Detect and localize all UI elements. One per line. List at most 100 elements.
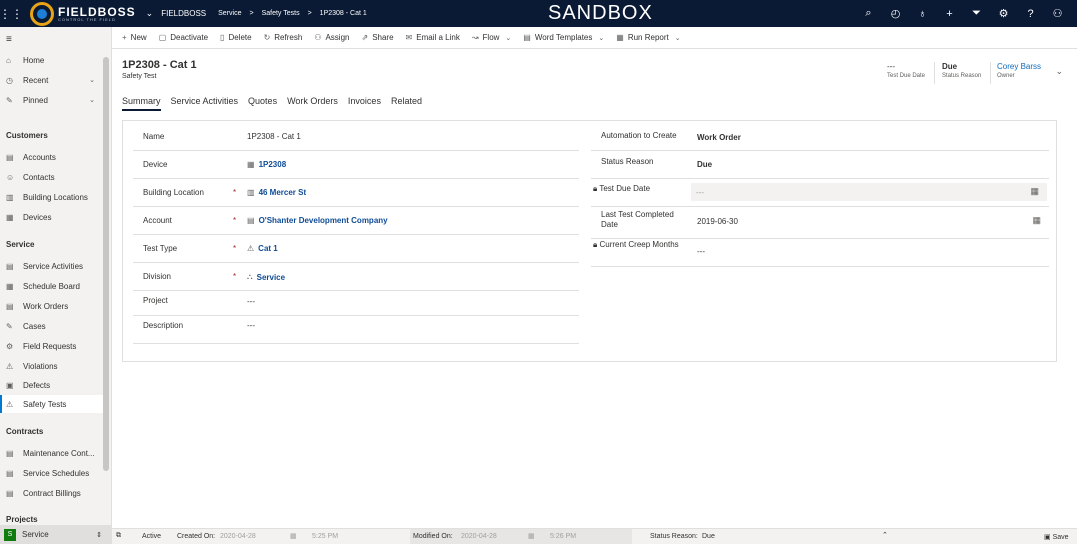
tab-summary[interactable]: Summary	[122, 96, 161, 111]
app-launcher-icon[interactable]: ⋮⋮	[0, 0, 23, 27]
expand-header-icon[interactable]: ⌄	[1055, 66, 1063, 77]
sidebar-scrollbar[interactable]	[103, 57, 109, 471]
sidebar-item-safety-tests[interactable]: ⚠ Safety Tests	[0, 395, 103, 413]
sidebar-item-accounts[interactable]: ▤ Accounts	[0, 148, 103, 166]
building-location-lookup[interactable]: ▥ 46 Mercer St	[247, 188, 306, 197]
lightbulb-icon[interactable]: ♁	[909, 8, 936, 20]
billing-icon: ▤	[6, 488, 14, 498]
field-request-icon: ⚙	[6, 341, 14, 351]
save-button[interactable]: ▣ Save	[1044, 533, 1069, 541]
sidebar-item-work-orders[interactable]: ▤ Work Orders	[0, 297, 103, 315]
sidebar-item-service-schedules[interactable]: ▤ Service Schedules	[0, 464, 103, 482]
sidebar-item-recent[interactable]: ◷ Recent ⌄	[0, 71, 103, 89]
sidebar-item-field-requests[interactable]: ⚙ Field Requests	[0, 337, 103, 355]
search-icon[interactable]: ⌕	[855, 7, 882, 20]
form-tabs: Summary Service Activities Quotes Work O…	[122, 96, 422, 111]
tab-work-orders[interactable]: Work Orders	[287, 96, 338, 111]
tab-invoices[interactable]: Invoices	[348, 96, 381, 111]
task-icon[interactable]: ◴	[882, 7, 909, 20]
chevron-down-icon: ⌄	[505, 34, 512, 42]
project-lookup[interactable]: ---	[247, 297, 255, 306]
word-icon: ▤	[523, 33, 531, 42]
new-button[interactable]: + New	[116, 27, 153, 49]
sidebar-item-building-locations[interactable]: ▥ Building Locations	[0, 188, 103, 206]
device-lookup[interactable]: ▦ 1P2308	[247, 160, 286, 169]
gear-icon[interactable]: ⚙	[990, 7, 1017, 20]
last-test-date-input[interactable]: 2019-06-30	[697, 217, 738, 226]
sidebar-item-devices[interactable]: ▦ Devices	[0, 208, 103, 226]
modified-on-date: 2020-04-28	[461, 533, 497, 540]
tab-service-activities[interactable]: Service Activities	[171, 96, 239, 111]
schedule-icon: ▤	[6, 468, 14, 478]
sidebar-item-service-activities[interactable]: ▤ Service Activities	[0, 257, 103, 275]
filter-icon[interactable]: ⏷	[963, 7, 990, 20]
chevron-down-icon: ⌄	[674, 34, 681, 42]
calendar-icon: ▦	[290, 533, 297, 540]
field-automation-to-create: Automation to Create Work Order	[591, 123, 1049, 151]
chevron-down-icon[interactable]: ⌄	[146, 8, 154, 19]
popout-icon[interactable]: ⧉	[116, 532, 121, 540]
automation-select[interactable]: Work Order	[697, 133, 741, 142]
contract-icon: ▤	[6, 448, 14, 458]
word-templates-button[interactable]: ▤ Word Templates ⌄	[517, 27, 610, 49]
name-input[interactable]: 1P2308 - Cat 1	[247, 132, 301, 141]
trash-icon: ▯	[220, 33, 225, 42]
delete-button[interactable]: ▯ Delete	[214, 27, 258, 49]
status-reason-select[interactable]: Due	[697, 160, 712, 169]
building-icon: ▥	[247, 188, 255, 197]
home-icon: ⌂	[6, 55, 11, 65]
user-icon[interactable]: ⚇	[1044, 7, 1071, 20]
description-input[interactable]: ---	[247, 321, 255, 330]
help-icon[interactable]: ?	[1017, 8, 1044, 20]
field-account: Account * ▤ O'Shanter Development Company	[133, 207, 579, 235]
sidebar-item-violations[interactable]: ⚠ Violations	[0, 357, 103, 375]
breadcrumb-entity[interactable]: Safety Tests	[262, 10, 300, 17]
owner-link[interactable]: Corey Barss	[997, 62, 1041, 71]
account-lookup[interactable]: ▤ O'Shanter Development Company	[247, 216, 388, 225]
division-lookup[interactable]: ⛬ Service	[247, 272, 285, 282]
email-link-button[interactable]: ✉ Email a Link	[400, 27, 466, 49]
breadcrumb-area[interactable]: Service	[218, 10, 241, 17]
violation-icon: ⚠	[6, 361, 14, 371]
field-status-reason: Status Reason Due	[591, 151, 1049, 179]
nav-group-customers: Customers	[6, 131, 48, 140]
area-switcher[interactable]: S Service ⇕	[0, 525, 112, 544]
status-reason-value: Due	[702, 533, 715, 540]
run-report-button[interactable]: ▦ Run Report ⌄	[610, 27, 686, 49]
device-icon: ▦	[247, 160, 255, 169]
share-icon: ⇗	[361, 33, 369, 42]
flow-button[interactable]: ↝ Flow ⌄	[466, 27, 517, 49]
sidebar-item-contacts[interactable]: ☺ Contacts	[0, 168, 103, 186]
required-marker: *	[233, 272, 237, 281]
plus-icon[interactable]: +	[936, 8, 963, 20]
share-button[interactable]: ⇗ Share	[355, 27, 399, 49]
calendar-icon[interactable]: ▦	[1032, 215, 1041, 226]
account-icon: ▤	[247, 216, 255, 225]
case-icon: ✎	[6, 321, 13, 331]
sidebar-item-schedule-board[interactable]: ▦ Schedule Board	[0, 277, 103, 295]
refresh-button[interactable]: ↻ Refresh	[258, 27, 309, 49]
test-type-lookup[interactable]: ⚠ Cat 1	[247, 244, 278, 253]
page-title: 1P2308 - Cat 1	[122, 59, 197, 71]
chevron-up-icon[interactable]: ⌃	[882, 531, 888, 539]
sidebar-item-cases[interactable]: ✎ Cases	[0, 317, 103, 335]
field-test-type: Test Type * ⚠ Cat 1	[133, 235, 579, 263]
field-project: Project ---	[133, 291, 579, 316]
required-marker: *	[233, 188, 237, 197]
sidebar-item-home[interactable]: ⌂ Home	[0, 51, 103, 69]
hamburger-menu-icon[interactable]: ≡	[6, 34, 12, 45]
tab-related[interactable]: Related	[391, 96, 422, 111]
field-test-due-date: 🔒︎ Test Due Date --- ▦	[591, 179, 1049, 207]
deactivate-button[interactable]: ▢ Deactivate	[153, 27, 214, 49]
tab-quotes[interactable]: Quotes	[248, 96, 277, 111]
assign-button[interactable]: ⚇ Assign	[308, 27, 355, 49]
command-bar: + New ▢ Deactivate ▯ Delete ↻ Refresh ⚇ Assig…	[112, 27, 1077, 49]
app-name[interactable]: FIELDBOSS	[161, 9, 206, 18]
sitemap-navigation: ≡ ⌂ Home ◷ Recent ⌄ ✎ Pinned ⌄ Customers…	[0, 27, 112, 544]
deactivate-icon: ▢	[158, 33, 167, 42]
sidebar-item-defects[interactable]: ▣ Defects	[0, 376, 103, 394]
sidebar-item-pinned[interactable]: ✎ Pinned ⌄	[0, 91, 103, 109]
sidebar-item-maintenance-contracts[interactable]: ▤ Maintenance Cont...	[0, 444, 103, 462]
breadcrumb-separator: >	[307, 10, 312, 17]
sidebar-item-contract-billings[interactable]: ▤ Contract Billings	[0, 484, 103, 502]
